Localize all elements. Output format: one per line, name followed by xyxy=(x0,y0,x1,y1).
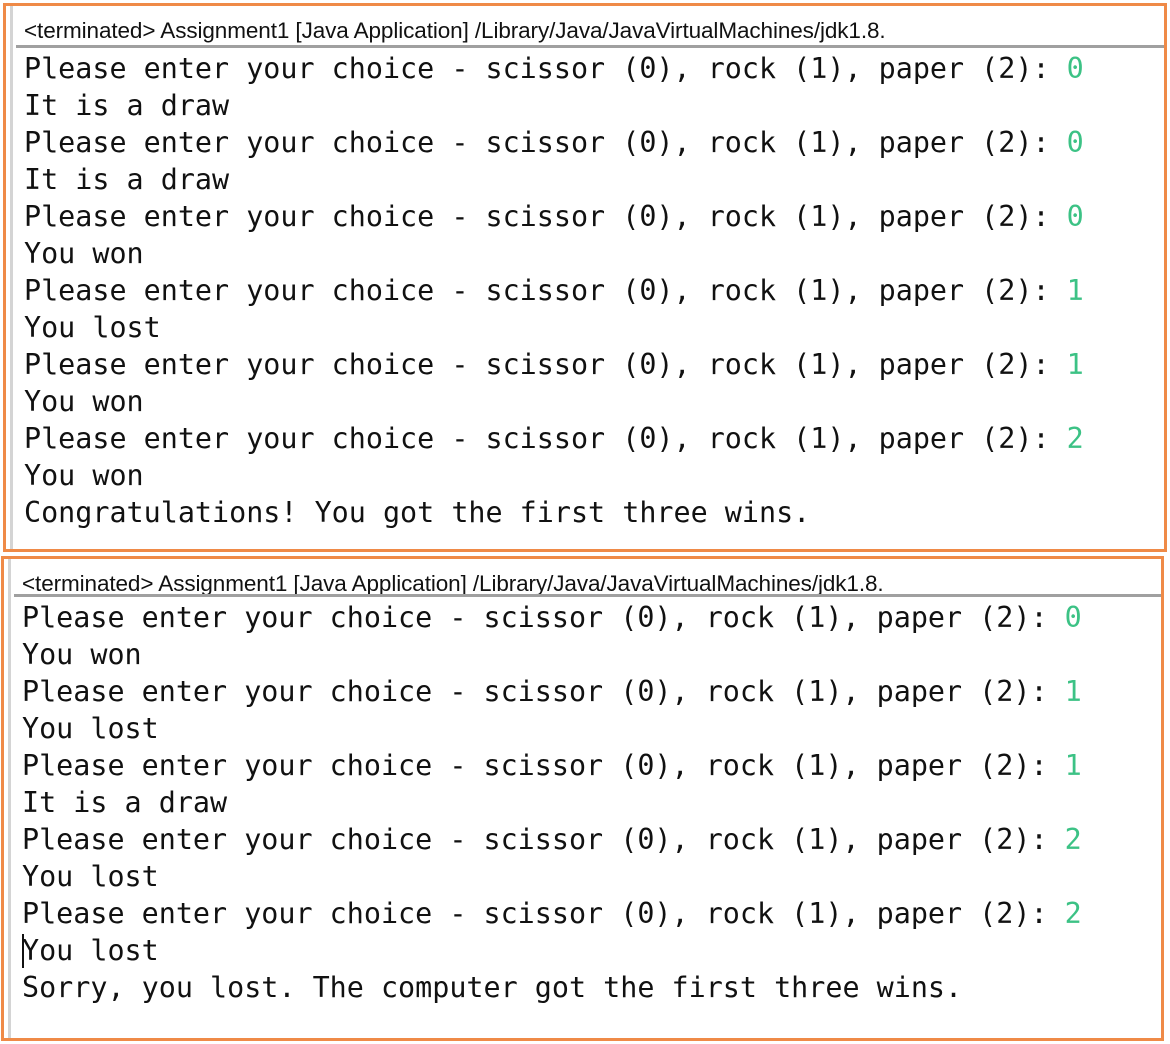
console-line: You lost xyxy=(22,932,1161,969)
stdin-input: 1 xyxy=(1066,274,1084,307)
console-panel-bottom: <terminated> Assignment1 [Java Applicati… xyxy=(1,556,1164,1041)
stdout-text: Please enter your choice - scissor (0), … xyxy=(22,601,1065,634)
stdout-text: You lost xyxy=(22,934,159,967)
stdin-input: 1 xyxy=(1064,675,1082,708)
console-line: Please enter your choice - scissor (0), … xyxy=(24,124,1164,161)
console-line: You won xyxy=(24,383,1164,420)
console-line: Please enter your choice - scissor (0), … xyxy=(24,198,1164,235)
stdout-text: Sorry, you lost. The computer got the fi… xyxy=(22,971,963,1004)
stdin-input: 0 xyxy=(1064,601,1082,634)
stdin-input: 2 xyxy=(1064,897,1082,930)
stdout-text: Please enter your choice - scissor (0), … xyxy=(24,200,1067,233)
stdout-text: Please enter your choice - scissor (0), … xyxy=(24,348,1067,381)
console-line: You won xyxy=(24,457,1164,494)
console-output[interactable]: Please enter your choice - scissor (0), … xyxy=(22,599,1161,1006)
stdout-text: Please enter your choice - scissor (0), … xyxy=(24,126,1067,159)
console-line: Please enter your choice - scissor (0), … xyxy=(24,50,1164,87)
console-header: <terminated> Assignment1 [Java Applicati… xyxy=(24,18,886,43)
stdout-text: It is a draw xyxy=(24,89,230,122)
stdout-text: Please enter your choice - scissor (0), … xyxy=(22,897,1065,930)
stdout-text: You won xyxy=(22,638,142,671)
stdout-text: You lost xyxy=(24,311,161,344)
stdout-text: You won xyxy=(24,459,144,492)
header-separator xyxy=(14,594,1161,597)
console-line: Please enter your choice - scissor (0), … xyxy=(22,747,1161,784)
stdin-input: 2 xyxy=(1064,823,1082,856)
console-line: Please enter your choice - scissor (0), … xyxy=(22,895,1161,932)
stdin-input: 1 xyxy=(1064,749,1082,782)
stdout-text: It is a draw xyxy=(24,163,230,196)
stdout-text: Congratulations! You got the first three… xyxy=(24,496,811,529)
console-line: Congratulations! You got the first three… xyxy=(24,494,1164,531)
stdout-text: You lost xyxy=(22,860,159,893)
console-line: Please enter your choice - scissor (0), … xyxy=(22,673,1161,710)
stdout-text: Please enter your choice - scissor (0), … xyxy=(24,422,1067,455)
stdout-text: You won xyxy=(24,385,144,418)
console-line: Please enter your choice - scissor (0), … xyxy=(22,599,1161,636)
stdout-text: Please enter your choice - scissor (0), … xyxy=(24,52,1067,85)
console-line: You lost xyxy=(22,710,1161,747)
console-line: Please enter your choice - scissor (0), … xyxy=(22,821,1161,858)
console-line: You won xyxy=(24,235,1164,272)
text-caret xyxy=(22,934,24,968)
console-gutter xyxy=(10,6,13,549)
console-line: Please enter your choice - scissor (0), … xyxy=(24,346,1164,383)
console-line: You lost xyxy=(22,858,1161,895)
console-line: You won xyxy=(22,636,1161,673)
stdout-text: You won xyxy=(24,237,144,270)
header-separator xyxy=(16,45,1164,48)
console-line: Please enter your choice - scissor (0), … xyxy=(24,420,1164,457)
stdout-text: You lost xyxy=(22,712,159,745)
console-gutter xyxy=(8,559,11,1038)
stdout-text: Please enter your choice - scissor (0), … xyxy=(22,675,1065,708)
console-line: Please enter your choice - scissor (0), … xyxy=(24,272,1164,309)
stdin-input: 2 xyxy=(1066,422,1084,455)
console-line: You lost xyxy=(24,309,1164,346)
console-header: <terminated> Assignment1 [Java Applicati… xyxy=(22,571,884,596)
stdin-input: 0 xyxy=(1066,126,1084,159)
console-panel-top: <terminated> Assignment1 [Java Applicati… xyxy=(3,3,1167,552)
console-line: It is a draw xyxy=(24,161,1164,198)
console-line: It is a draw xyxy=(24,87,1164,124)
console-line: It is a draw xyxy=(22,784,1161,821)
stdin-input: 0 xyxy=(1066,52,1084,85)
stdout-text: It is a draw xyxy=(22,786,228,819)
console-output[interactable]: Please enter your choice - scissor (0), … xyxy=(24,50,1164,531)
console-line: Sorry, you lost. The computer got the fi… xyxy=(22,969,1161,1006)
stdout-text: Please enter your choice - scissor (0), … xyxy=(22,823,1065,856)
stdin-input: 1 xyxy=(1066,348,1084,381)
stdout-text: Please enter your choice - scissor (0), … xyxy=(22,749,1065,782)
stdout-text: Please enter your choice - scissor (0), … xyxy=(24,274,1067,307)
stdin-input: 0 xyxy=(1066,200,1084,233)
